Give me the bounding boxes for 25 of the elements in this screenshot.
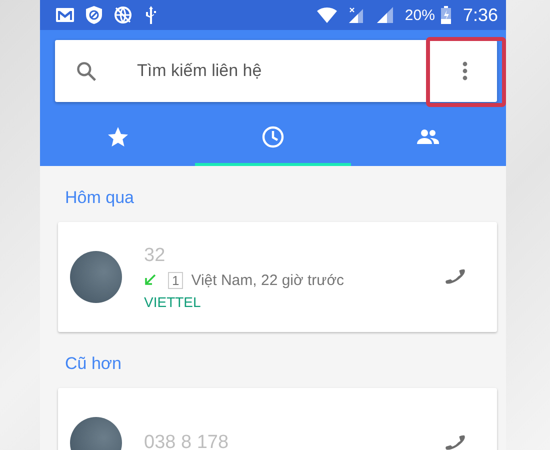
carrier-name: VIETTEL xyxy=(144,294,202,310)
call-log-card[interactable]: 32 1 Việt Nam, 22 giờ trước VIETTEL xyxy=(58,222,497,332)
globe-off-icon xyxy=(114,6,132,24)
search-field[interactable]: Tìm kiếm liên hệ xyxy=(135,60,435,82)
mail-icon xyxy=(56,8,74,22)
avatar xyxy=(70,251,122,303)
signal-icon xyxy=(376,7,393,23)
phone-number: 32 xyxy=(144,244,166,266)
battery-icon xyxy=(440,6,451,24)
star-icon xyxy=(106,124,130,148)
wifi-icon xyxy=(316,7,337,23)
section-heading: Cũ hơn xyxy=(64,353,123,375)
search-icon xyxy=(75,60,97,82)
clock-icon xyxy=(260,124,285,148)
shield-icon xyxy=(86,6,102,24)
usb-icon xyxy=(144,6,158,24)
call-details: Việt Nam, 22 giờ trước xyxy=(191,272,344,288)
phone-number: 038 8 178 xyxy=(144,432,230,450)
signal-icon xyxy=(348,7,365,23)
battery-percentage: 20% xyxy=(404,6,435,24)
more-vertical-icon xyxy=(462,61,468,81)
clock-time: 7:36 xyxy=(462,4,498,26)
call-count: 1 xyxy=(168,272,184,288)
incoming-arrow-icon xyxy=(144,274,156,286)
section-heading: Hôm qua xyxy=(64,187,135,209)
